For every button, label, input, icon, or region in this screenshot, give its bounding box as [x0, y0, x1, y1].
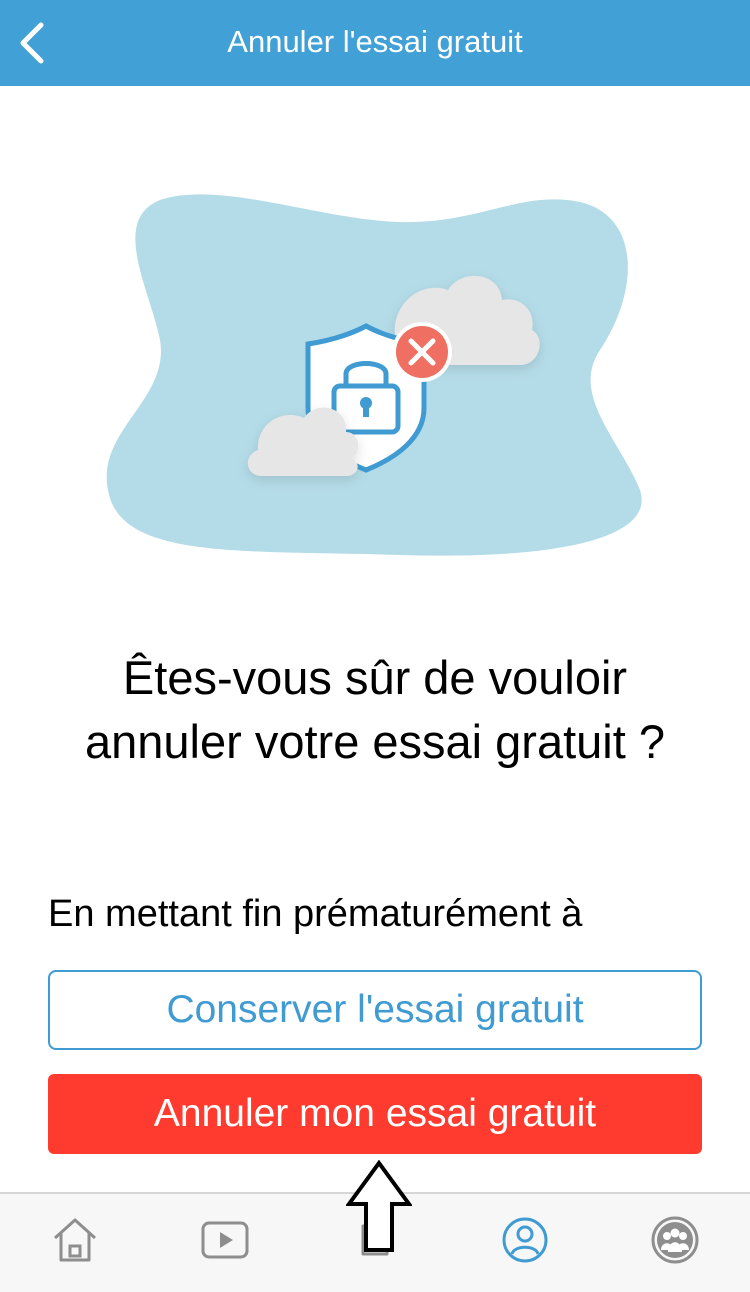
play-video-icon: [201, 1221, 249, 1259]
info-text: En mettant fin prématurément à: [48, 893, 583, 935]
annotation-arrow: [345, 1159, 413, 1254]
cancel-trial-button[interactable]: Annuler mon essai gratuit: [48, 1074, 702, 1154]
cancel-trial-illustration: [100, 180, 660, 570]
tab-home[interactable]: [43, 1208, 107, 1272]
community-icon: [651, 1216, 699, 1264]
home-icon: [53, 1218, 97, 1262]
navigation-bar: Annuler l'essai gratuit: [0, 0, 750, 86]
close-badge-icon: [392, 322, 452, 382]
keep-trial-button[interactable]: Conserver l'essai gratuit: [48, 970, 702, 1050]
page-title: Annuler l'essai gratuit: [227, 24, 523, 59]
tab-community[interactable]: [643, 1208, 707, 1272]
confirmation-question: Êtes-vous sûr de vouloir annuler votre e…: [85, 651, 665, 768]
tab-videos[interactable]: [193, 1208, 257, 1272]
profile-icon: [502, 1217, 548, 1263]
up-arrow-icon: [345, 1159, 413, 1252]
tab-profile[interactable]: [493, 1208, 557, 1272]
